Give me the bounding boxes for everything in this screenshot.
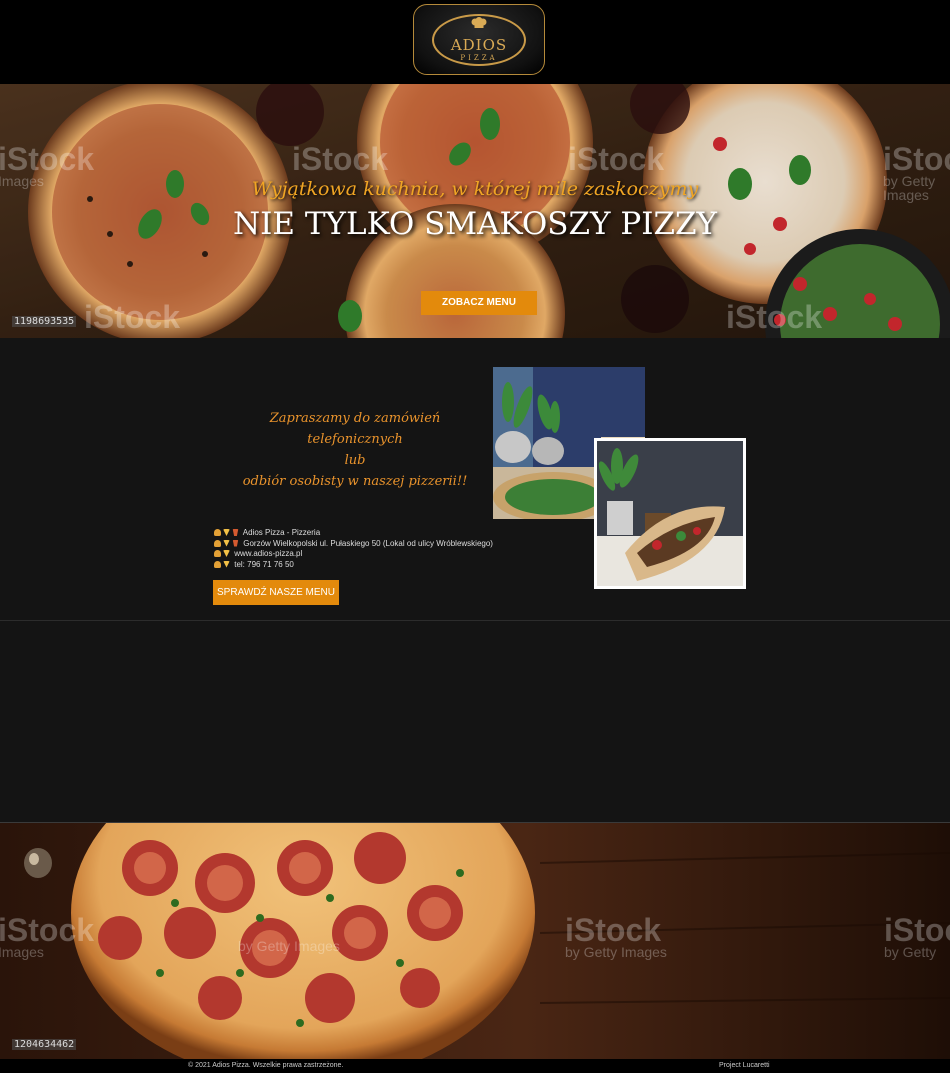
phone-number[interactable]: tel: 796 71 76 50 <box>234 560 294 569</box>
footer-copyright: © 2021 Adios Pizza. Wszelkie prawa zastr… <box>188 1062 344 1069</box>
chef-hat-icon <box>471 17 487 28</box>
invite-line: odbiór osobisty w naszej pizzerii!! <box>242 474 468 489</box>
pizza-emoji-icon <box>223 539 230 547</box>
empty-section <box>0 621 950 822</box>
pizza-emoji-icon <box>223 550 230 557</box>
logo-subtitle: PIZZA <box>460 54 498 62</box>
restaurant-name: Adios Pizza - Pizzeria <box>242 528 321 537</box>
istock-watermark: iStockby Getty <box>884 912 950 960</box>
list-item: Gorzów Wielkopolski ul. Pułaskiego 50 (L… <box>214 539 493 550</box>
istock-watermark: iStock <box>568 141 665 177</box>
footer-project-credit[interactable]: Project Lucaretti <box>719 1062 770 1069</box>
site-header: ADIOS PIZZA <box>0 0 950 84</box>
istock-watermark: iStock Images <box>0 912 95 960</box>
order-invitation: Zapraszamy do zamówień telefonicznych lu… <box>230 408 480 492</box>
istock-watermark: iStock <box>726 299 823 335</box>
address: Gorzów Wielkopolski ul. Pułaskiego 50 (L… <box>243 538 493 548</box>
list-item: tel: 796 71 76 50 <box>214 560 493 571</box>
drink-emoji-icon <box>232 529 239 536</box>
drink-emoji-icon <box>232 539 239 547</box>
site-footer: © 2021 Adios Pizza. Wszelkie prawa zastr… <box>0 1059 950 1073</box>
istock-watermark: iStockby Getty Images <box>565 912 667 960</box>
invite-line: Zapraszamy do zamówień telefonicznych <box>269 411 441 447</box>
logo[interactable]: ADIOS PIZZA <box>413 4 545 75</box>
logo-title: ADIOS <box>450 36 508 54</box>
stock-image-id: 1198693535 <box>12 316 77 327</box>
hero-tagline: Wyjątkowa kuchnia, w której mile zaskocz… <box>251 178 699 200</box>
list-item: Adios Pizza - Pizzeria <box>214 528 493 539</box>
contact-section: Zapraszamy do zamówień telefonicznych lu… <box>0 338 950 620</box>
burger-emoji-icon <box>214 529 221 536</box>
istock-watermark: iStock <box>292 141 389 177</box>
stock-image-id: 1204634462 <box>12 1039 77 1050</box>
invite-line: lub <box>344 453 366 468</box>
pizza-emoji-icon <box>223 560 230 568</box>
istock-watermark: by Getty Images <box>238 938 340 954</box>
pizza-banner-photo: iStock Images by Getty Images iStock by Ge… <box>0 823 950 1059</box>
contact-details-list: Adios Pizza - Pizzeria Gorzów Wielkopols… <box>214 528 493 570</box>
burger-emoji-icon <box>214 539 221 547</box>
pizza-emoji-icon <box>223 529 230 536</box>
burger-emoji-icon <box>214 560 221 568</box>
burger-emoji-icon <box>214 550 221 557</box>
hero-title: NIE TYLKO SMAKOSZY PIZZY <box>232 206 718 242</box>
istock-watermark: iStock <box>84 299 181 335</box>
check-menu-button[interactable]: SPRAWDŹ NASZE MENU <box>213 580 339 605</box>
website-link[interactable]: www.adios-pizza.pl <box>234 549 302 558</box>
see-menu-button[interactable]: ZOBACZ MENU <box>421 291 537 315</box>
list-item: www.adios-pizza.pl <box>214 549 493 560</box>
kebab-photo <box>594 438 746 589</box>
